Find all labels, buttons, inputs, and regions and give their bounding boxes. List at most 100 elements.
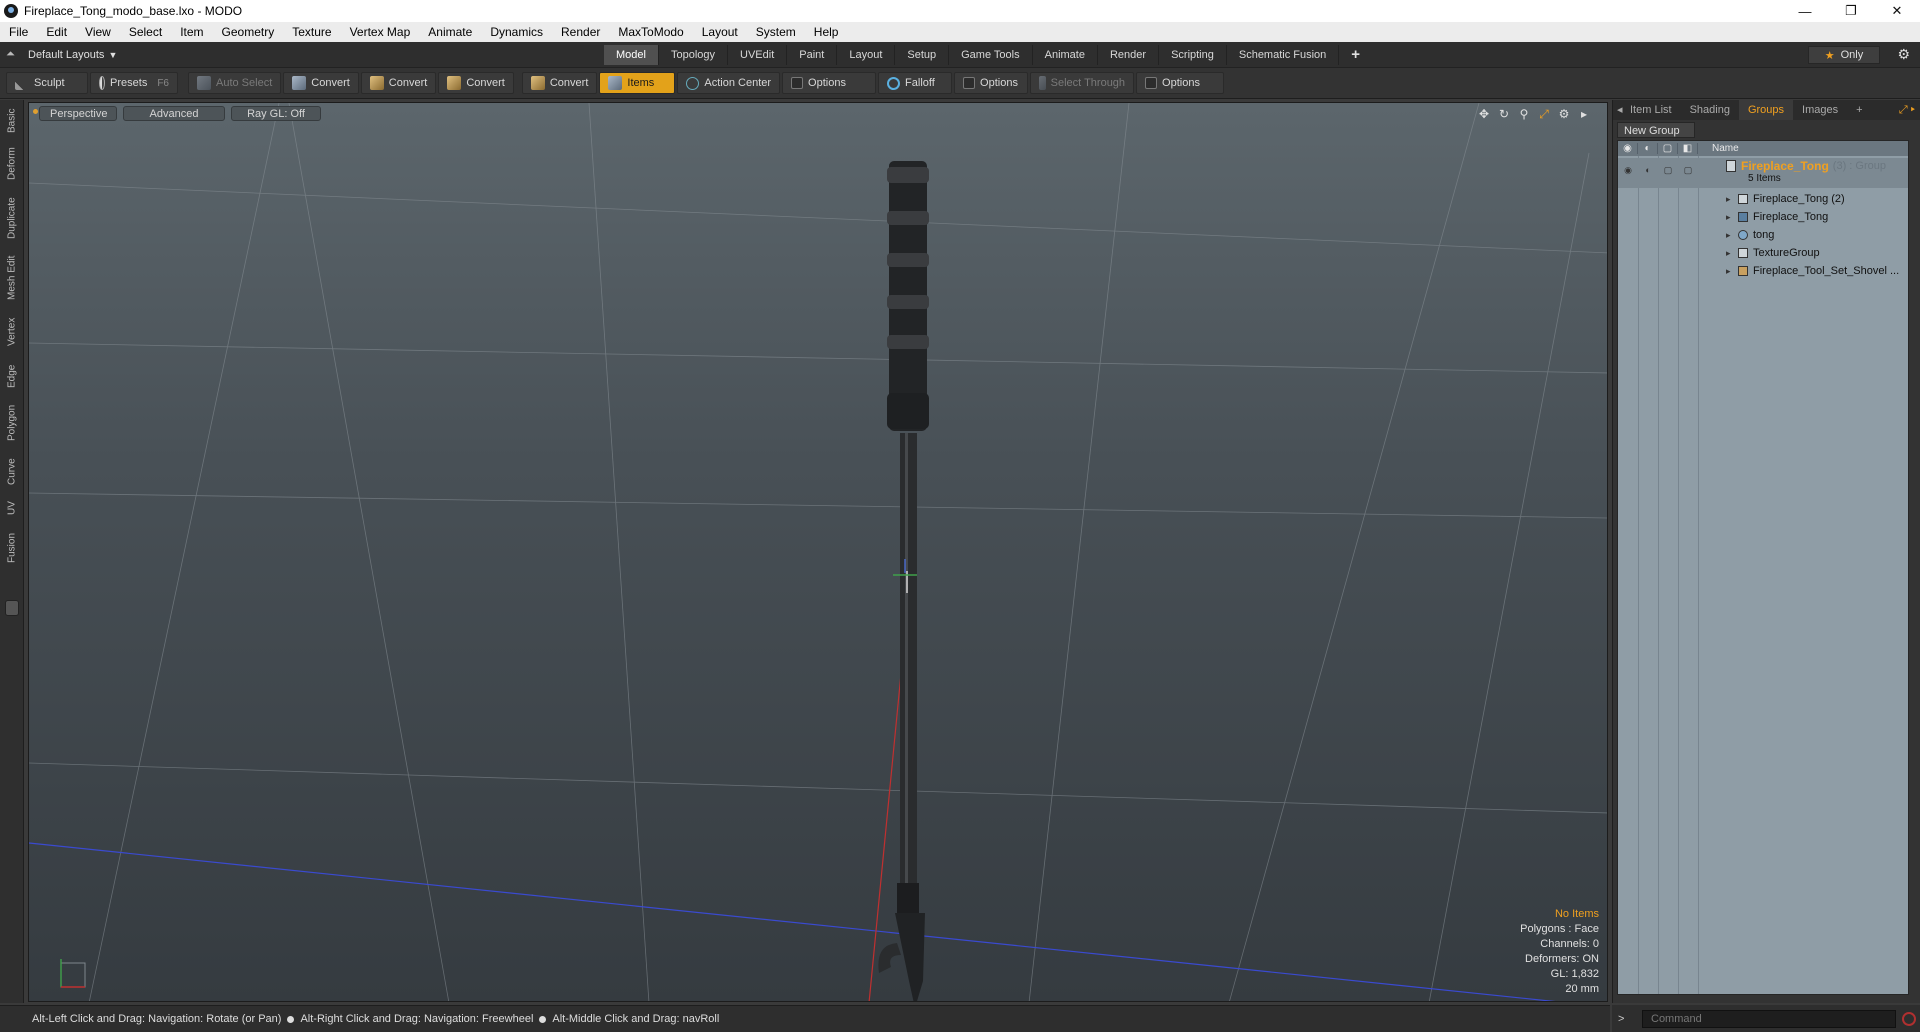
- action-center-button[interactable]: Action Center: [677, 72, 781, 94]
- tab-shading[interactable]: Shading: [1681, 100, 1739, 120]
- tab-images[interactable]: Images: [1793, 100, 1847, 120]
- group-lock-icon[interactable]: ▢: [1662, 165, 1674, 177]
- fit-icon[interactable]: ⤢: [1537, 107, 1551, 121]
- list-item[interactable]: ▸ Fireplace_Tool_Set_Shovel ...: [1618, 262, 1908, 280]
- menu-dynamics[interactable]: Dynamics: [481, 25, 552, 39]
- menu-render[interactable]: Render: [552, 25, 609, 39]
- tab-animate[interactable]: Animate: [1033, 45, 1098, 65]
- items-label: Items: [627, 77, 655, 89]
- name-column-header[interactable]: Name: [1698, 143, 1739, 154]
- select-through-button[interactable]: Select Through: [1030, 72, 1135, 94]
- tab-setup[interactable]: Setup: [895, 45, 950, 65]
- tab-topology[interactable]: Topology: [659, 45, 729, 65]
- tab-curve[interactable]: Curve: [3, 454, 21, 490]
- menu-layout[interactable]: Layout: [693, 25, 747, 39]
- tab-groups[interactable]: Groups: [1738, 100, 1794, 120]
- menu-animate[interactable]: Animate: [419, 25, 481, 39]
- tab-mesh-edit[interactable]: Mesh Edit: [3, 252, 21, 304]
- convert-edges-button[interactable]: Convert: [360, 72, 437, 94]
- menu-file[interactable]: File: [0, 25, 37, 39]
- rotate-icon[interactable]: ↻: [1497, 107, 1511, 121]
- expand-arrow-icon[interactable]: ▸: [1577, 107, 1591, 121]
- auto-select-button[interactable]: Auto Select: [188, 72, 282, 94]
- list-item[interactable]: ▸ Fireplace_Tong (2): [1618, 190, 1908, 208]
- group-select-icon[interactable]: ▢: [1682, 165, 1694, 177]
- tab-uv[interactable]: UV: [3, 496, 21, 520]
- only-toggle-button[interactable]: ★ Only: [1808, 46, 1880, 64]
- zoom-icon[interactable]: ⚲: [1517, 107, 1531, 121]
- perspective-dropdown[interactable]: Perspective: [39, 106, 117, 121]
- tab-game-tools[interactable]: Game Tools: [949, 45, 1033, 65]
- tab-layout[interactable]: Layout: [837, 45, 896, 65]
- convert-vertices-button[interactable]: Convert: [283, 72, 359, 94]
- tab-uvedit[interactable]: UVEdit: [728, 45, 788, 65]
- menu-help[interactable]: Help: [805, 25, 848, 39]
- select-column-icon[interactable]: ◧: [1678, 143, 1698, 154]
- close-button[interactable]: ✕: [1874, 0, 1920, 22]
- menu-edit[interactable]: Edit: [37, 25, 76, 39]
- command-input[interactable]: Command: [1642, 1009, 1896, 1028]
- menu-vertex-map[interactable]: Vertex Map: [341, 25, 420, 39]
- render-column-icon[interactable]: ◐: [1638, 143, 1658, 154]
- collapse-up-icon[interactable]: ⏶: [6, 48, 20, 61]
- menu-texture[interactable]: Texture: [283, 25, 340, 39]
- menu-maxtomodo[interactable]: MaxToModo: [609, 25, 692, 39]
- viewport-settings-icon[interactable]: ⚙: [1557, 107, 1571, 121]
- tab-vertex[interactable]: Vertex: [3, 312, 21, 352]
- menu-select[interactable]: Select: [120, 25, 171, 39]
- action-center-options-button[interactable]: Options: [782, 72, 877, 94]
- visibility-column-eye-icon[interactable]: ◉: [1618, 143, 1638, 154]
- expand-arrow-icon[interactable]: ▸: [1726, 194, 1738, 205]
- panel-expand-icon[interactable]: ⤢ ▸: [1893, 100, 1920, 120]
- menu-view[interactable]: View: [76, 25, 120, 39]
- list-item[interactable]: ▸ Fireplace_Tong: [1618, 208, 1908, 226]
- menu-geometry[interactable]: Geometry: [213, 25, 284, 39]
- new-group-button[interactable]: New Group: [1617, 122, 1695, 138]
- tab-paint[interactable]: Paint: [787, 45, 838, 65]
- presets-button[interactable]: Presets F6: [90, 72, 178, 94]
- convert-polygons-button[interactable]: Convert: [438, 72, 514, 94]
- group-row[interactable]: ◉ ◐ ▢ ▢ Fireplace_Tong (3) : Group 5 Ite…: [1618, 158, 1908, 188]
- falloff-button[interactable]: Falloff: [878, 72, 953, 94]
- tab-render[interactable]: Render: [1098, 45, 1160, 65]
- items-mode-button[interactable]: Items: [599, 72, 676, 94]
- tab-polygon[interactable]: Polygon: [3, 400, 21, 446]
- add-panel-tab-button[interactable]: +: [1847, 100, 1871, 120]
- add-tab-button[interactable]: +: [1339, 45, 1372, 65]
- 3d-viewport[interactable]: Perspective Advanced Ray GL: Off ✥ ↻ ⚲ ⤢…: [28, 102, 1608, 1002]
- raygl-toggle[interactable]: Ray GL: Off: [231, 106, 321, 121]
- panel-menu-icon[interactable]: ◂: [1613, 100, 1623, 120]
- minimize-button[interactable]: —: [1782, 0, 1828, 22]
- convert-materials-button[interactable]: Convert: [521, 72, 598, 94]
- menu-system[interactable]: System: [747, 25, 805, 39]
- tab-item-list[interactable]: Item List: [1621, 100, 1681, 120]
- panel-toggle-handle[interactable]: [5, 600, 19, 616]
- gear-icon[interactable]: ⚙: [1897, 46, 1910, 63]
- tab-deform[interactable]: Deform: [3, 144, 21, 184]
- falloff-options-button[interactable]: Options: [954, 72, 1029, 94]
- expand-arrow-icon[interactable]: ▸: [1726, 212, 1738, 223]
- expand-arrow-icon[interactable]: ▸: [1726, 248, 1738, 259]
- group-render-icon[interactable]: ◐: [1642, 165, 1654, 177]
- tab-schematic-fusion[interactable]: Schematic Fusion: [1227, 45, 1340, 65]
- tab-duplicate[interactable]: Duplicate: [3, 192, 21, 244]
- tab-edge[interactable]: Edge: [3, 360, 21, 392]
- tab-basic[interactable]: Basic: [3, 104, 21, 138]
- lock-column-icon[interactable]: ▢: [1658, 143, 1678, 154]
- select-through-options-button[interactable]: Options: [1136, 72, 1225, 94]
- tab-scripting[interactable]: Scripting: [1159, 45, 1227, 65]
- list-item[interactable]: ▸ TextureGroup: [1618, 244, 1908, 262]
- sculpt-button[interactable]: Sculpt: [6, 72, 88, 94]
- record-macro-icon[interactable]: [1902, 1011, 1916, 1026]
- shading-advanced-dropdown[interactable]: Advanced: [123, 106, 225, 121]
- expand-arrow-icon[interactable]: ▸: [1726, 230, 1738, 241]
- expand-arrow-icon[interactable]: ▸: [1726, 266, 1738, 277]
- group-eye-icon[interactable]: ◉: [1622, 165, 1634, 177]
- default-layouts-dropdown[interactable]: Default Layouts ▼: [28, 49, 117, 61]
- menu-item[interactable]: Item: [171, 25, 212, 39]
- tab-model[interactable]: Model: [604, 45, 659, 65]
- tab-fusion[interactable]: Fusion: [3, 528, 21, 568]
- restore-button[interactable]: ❐: [1828, 0, 1874, 22]
- list-item[interactable]: ▸ tong: [1618, 226, 1908, 244]
- pan-icon[interactable]: ✥: [1477, 107, 1491, 121]
